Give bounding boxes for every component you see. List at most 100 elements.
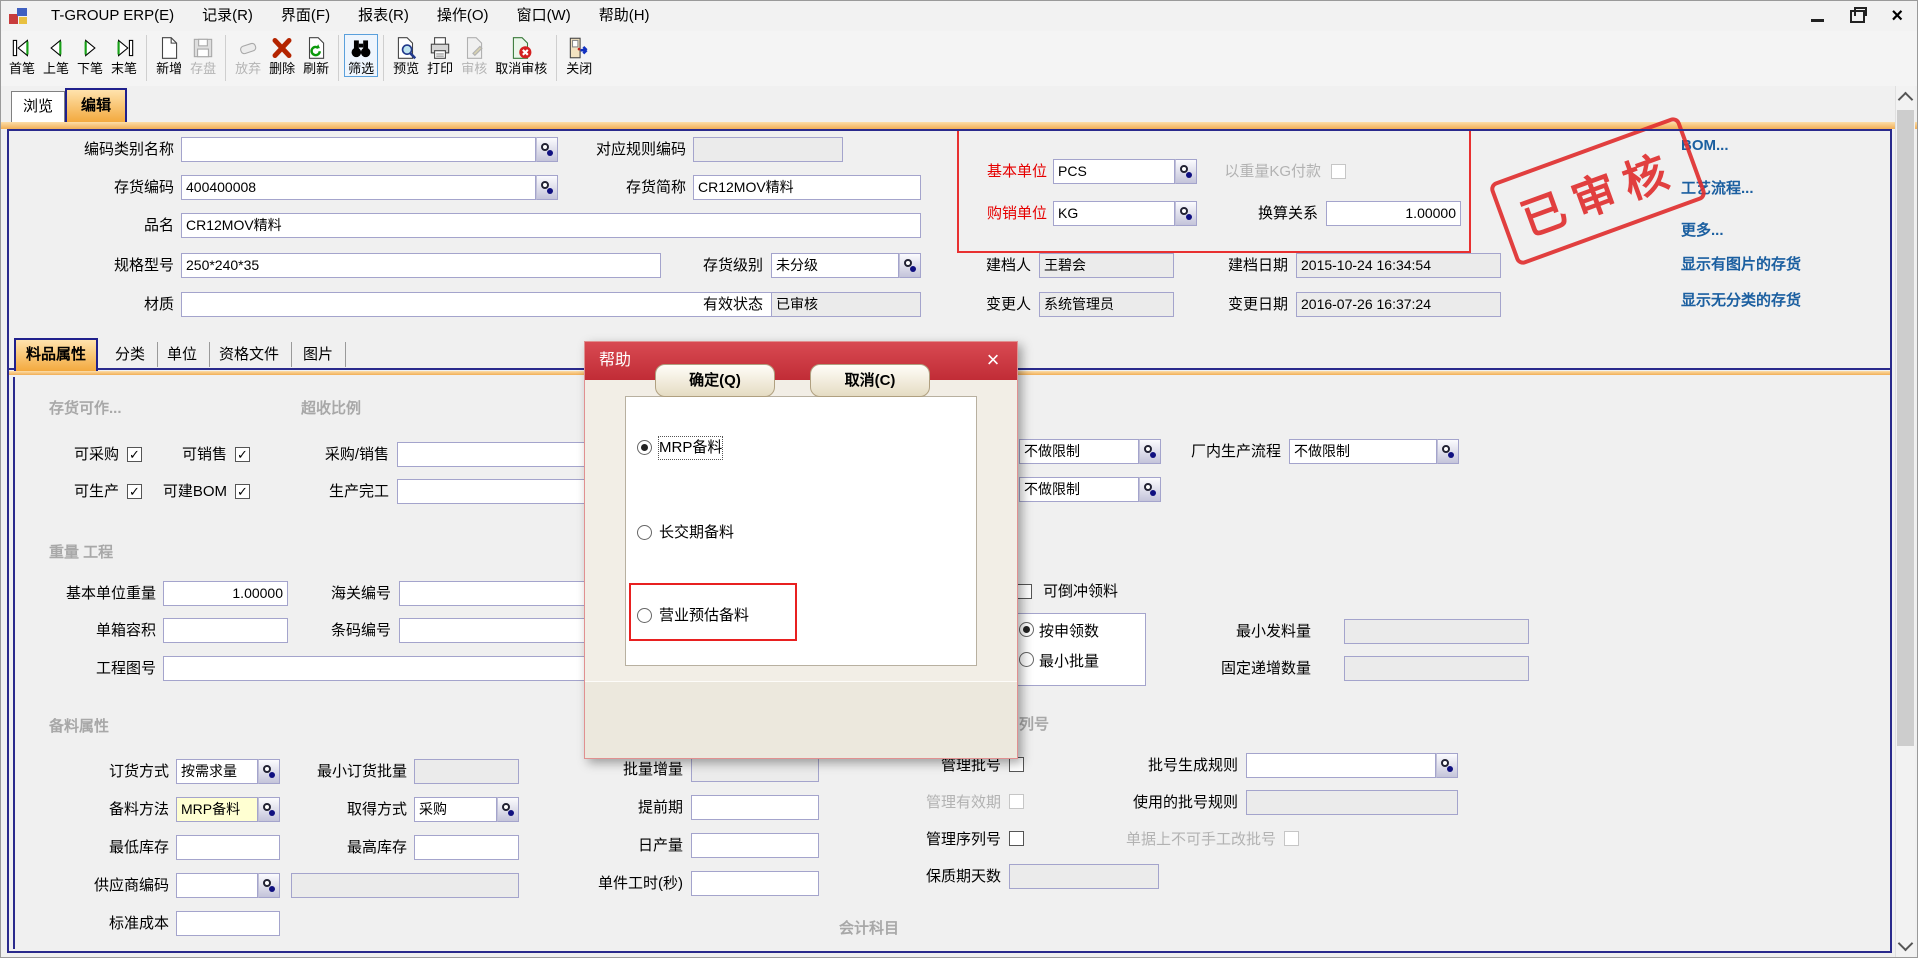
menu-interface[interactable]: 界面(F) [267,1,344,31]
purchase-sale-input[interactable] [397,442,597,467]
can-bom-checkbox[interactable] [235,484,250,499]
prep-method-lookup-icon[interactable] [258,797,280,822]
link-show-with-images[interactable]: 显示有图片的存货 [1681,253,1801,274]
subtab-unit[interactable]: 单位 [155,342,210,367]
min-stock-input[interactable] [176,835,280,860]
base-unit-lookup-icon[interactable] [1175,159,1197,184]
trade-unit-input[interactable]: KG [1053,201,1175,226]
toolbar-delete[interactable]: 删除 [265,34,299,77]
factory-flow-input[interactable]: 不做限制 [1289,439,1437,464]
menu-operation[interactable]: 操作(O) [423,1,503,31]
acquire-method-lookup-icon[interactable] [497,797,519,822]
toolbar-new[interactable]: 新增 [152,34,186,77]
conversion-label: 换算关系 [1233,201,1318,226]
toolbar-first-record[interactable]: 首笔 [5,34,39,77]
toolbar-close[interactable]: 关闭 [562,34,596,77]
toolbar-print[interactable]: 打印 [423,34,457,77]
base-unit-input[interactable]: PCS [1053,159,1175,184]
restore-icon[interactable] [1850,10,1865,23]
close-window-icon[interactable]: × [1891,2,1903,30]
conversion-input[interactable]: 1.00000 [1326,201,1461,226]
dialog-cancel-button[interactable]: 取消(C) [810,364,930,397]
long-leadtime-prep-radio[interactable] [637,525,652,540]
limit-c-lookup-icon[interactable] [1139,477,1161,502]
manage-batch-checkbox[interactable] [1009,757,1024,772]
manage-serial-checkbox[interactable] [1009,831,1024,846]
can-purchase-checkbox[interactable] [127,447,142,462]
toolbar-cancel-audit[interactable]: 取消审核 [491,34,551,77]
min-batch-radio[interactable] [1019,652,1034,667]
subtab-picture[interactable]: 图片 [291,342,346,367]
supplier-code-input[interactable] [176,873,258,898]
can-sell-checkbox[interactable] [235,447,250,462]
order-method-input[interactable]: 按需求量 [176,759,258,784]
toolbar-preview[interactable]: 预览 [389,34,423,77]
menu-window[interactable]: 窗口(W) [503,1,585,31]
section-weight-engineering: 重量 工程 [49,541,113,562]
tab-edit[interactable]: 编辑 [65,88,127,122]
limit-a-lookup-icon[interactable] [1139,439,1161,464]
inventory-code-lookup-icon[interactable] [536,175,558,200]
menu-record[interactable]: 记录(R) [188,1,267,31]
inventory-level-lookup-icon[interactable] [899,253,921,278]
daily-output-input[interactable] [691,833,819,858]
subtab-classification[interactable]: 分类 [103,342,158,367]
link-show-uncategorized[interactable]: 显示无分类的存货 [1681,289,1801,310]
purchase-sale-label: 采购/销售 [299,442,389,467]
limit-a-input[interactable]: 不做限制 [1019,439,1139,464]
menu-app-title[interactable]: T-GROUP ERP(E) [37,1,188,31]
batch-rule-input[interactable] [1246,753,1436,778]
base-weight-input[interactable]: 1.00000 [163,581,288,606]
dialog-ok-button[interactable]: 确定(Q) [655,364,775,397]
prod-complete-input[interactable] [397,479,597,504]
lead-time-input[interactable] [691,795,819,820]
order-method-lookup-icon[interactable] [258,759,280,784]
prep-method-input[interactable]: MRP备料 [176,797,258,822]
scroll-down-icon[interactable] [1898,936,1914,952]
next-record-icon [77,35,103,61]
drawing-no-input[interactable] [163,656,599,681]
menu-help[interactable]: 帮助(H) [585,1,664,31]
max-stock-input[interactable] [414,835,519,860]
subtab-qualification[interactable]: 资格文件 [207,342,292,367]
code-category-input[interactable] [181,137,536,162]
supplier-code-lookup-icon[interactable] [258,873,280,898]
mrp-prep-label[interactable]: MRP备料 [659,437,722,459]
toolbar-filter[interactable]: 筛选 [344,34,378,77]
dialog-close-icon[interactable]: × [979,347,1007,375]
code-category-lookup-icon[interactable] [536,137,558,162]
toolbar-prev-record[interactable]: 上笔 [39,34,73,77]
long-leadtime-prep-label[interactable]: 长交期备料 [659,522,734,544]
customs-code-input[interactable] [399,581,599,606]
inventory-level-input[interactable]: 未分级 [771,253,899,278]
scroll-up-icon[interactable] [1898,92,1914,108]
box-volume-input[interactable] [163,618,288,643]
toolbar-next-record[interactable]: 下笔 [73,34,107,77]
inventory-abbr-input[interactable]: CR12MOV精料 [693,175,921,200]
spec-model-input[interactable]: 250*240*35 [181,253,661,278]
inventory-code-input[interactable]: 400400008 [181,175,536,200]
scrollbar-thumb[interactable] [1897,110,1914,746]
batch-rule-lookup-icon[interactable] [1436,753,1458,778]
subtab-item-properties[interactable]: 料品属性 [14,338,98,371]
toolbar-label: 筛选 [348,61,374,76]
can-produce-checkbox[interactable] [127,484,142,499]
vertical-scrollbar[interactable] [1895,86,1915,957]
limit-c-input[interactable]: 不做限制 [1019,477,1139,502]
mrp-prep-radio[interactable] [637,440,652,455]
tab-browse[interactable]: 浏览 [11,91,65,122]
toolbar-refresh[interactable]: 刷新 [299,34,333,77]
barcode-input[interactable] [399,618,599,643]
std-cost-input[interactable] [176,911,280,936]
trade-unit-lookup-icon[interactable] [1175,201,1197,226]
menu-report[interactable]: 报表(R) [344,1,423,31]
by-requisition-radio[interactable] [1019,622,1034,637]
factory-flow-lookup-icon[interactable] [1437,439,1459,464]
minimize-icon[interactable] [1811,19,1824,22]
acquire-method-input[interactable]: 采购 [414,797,497,822]
product-name-input[interactable]: CR12MOV精料 [181,213,921,238]
toolbar-last-record[interactable]: 末笔 [107,34,141,77]
unit-hours-input[interactable] [691,871,819,896]
backflush-checkbox[interactable] [1017,584,1032,599]
link-more[interactable]: 更多... [1681,219,1724,240]
